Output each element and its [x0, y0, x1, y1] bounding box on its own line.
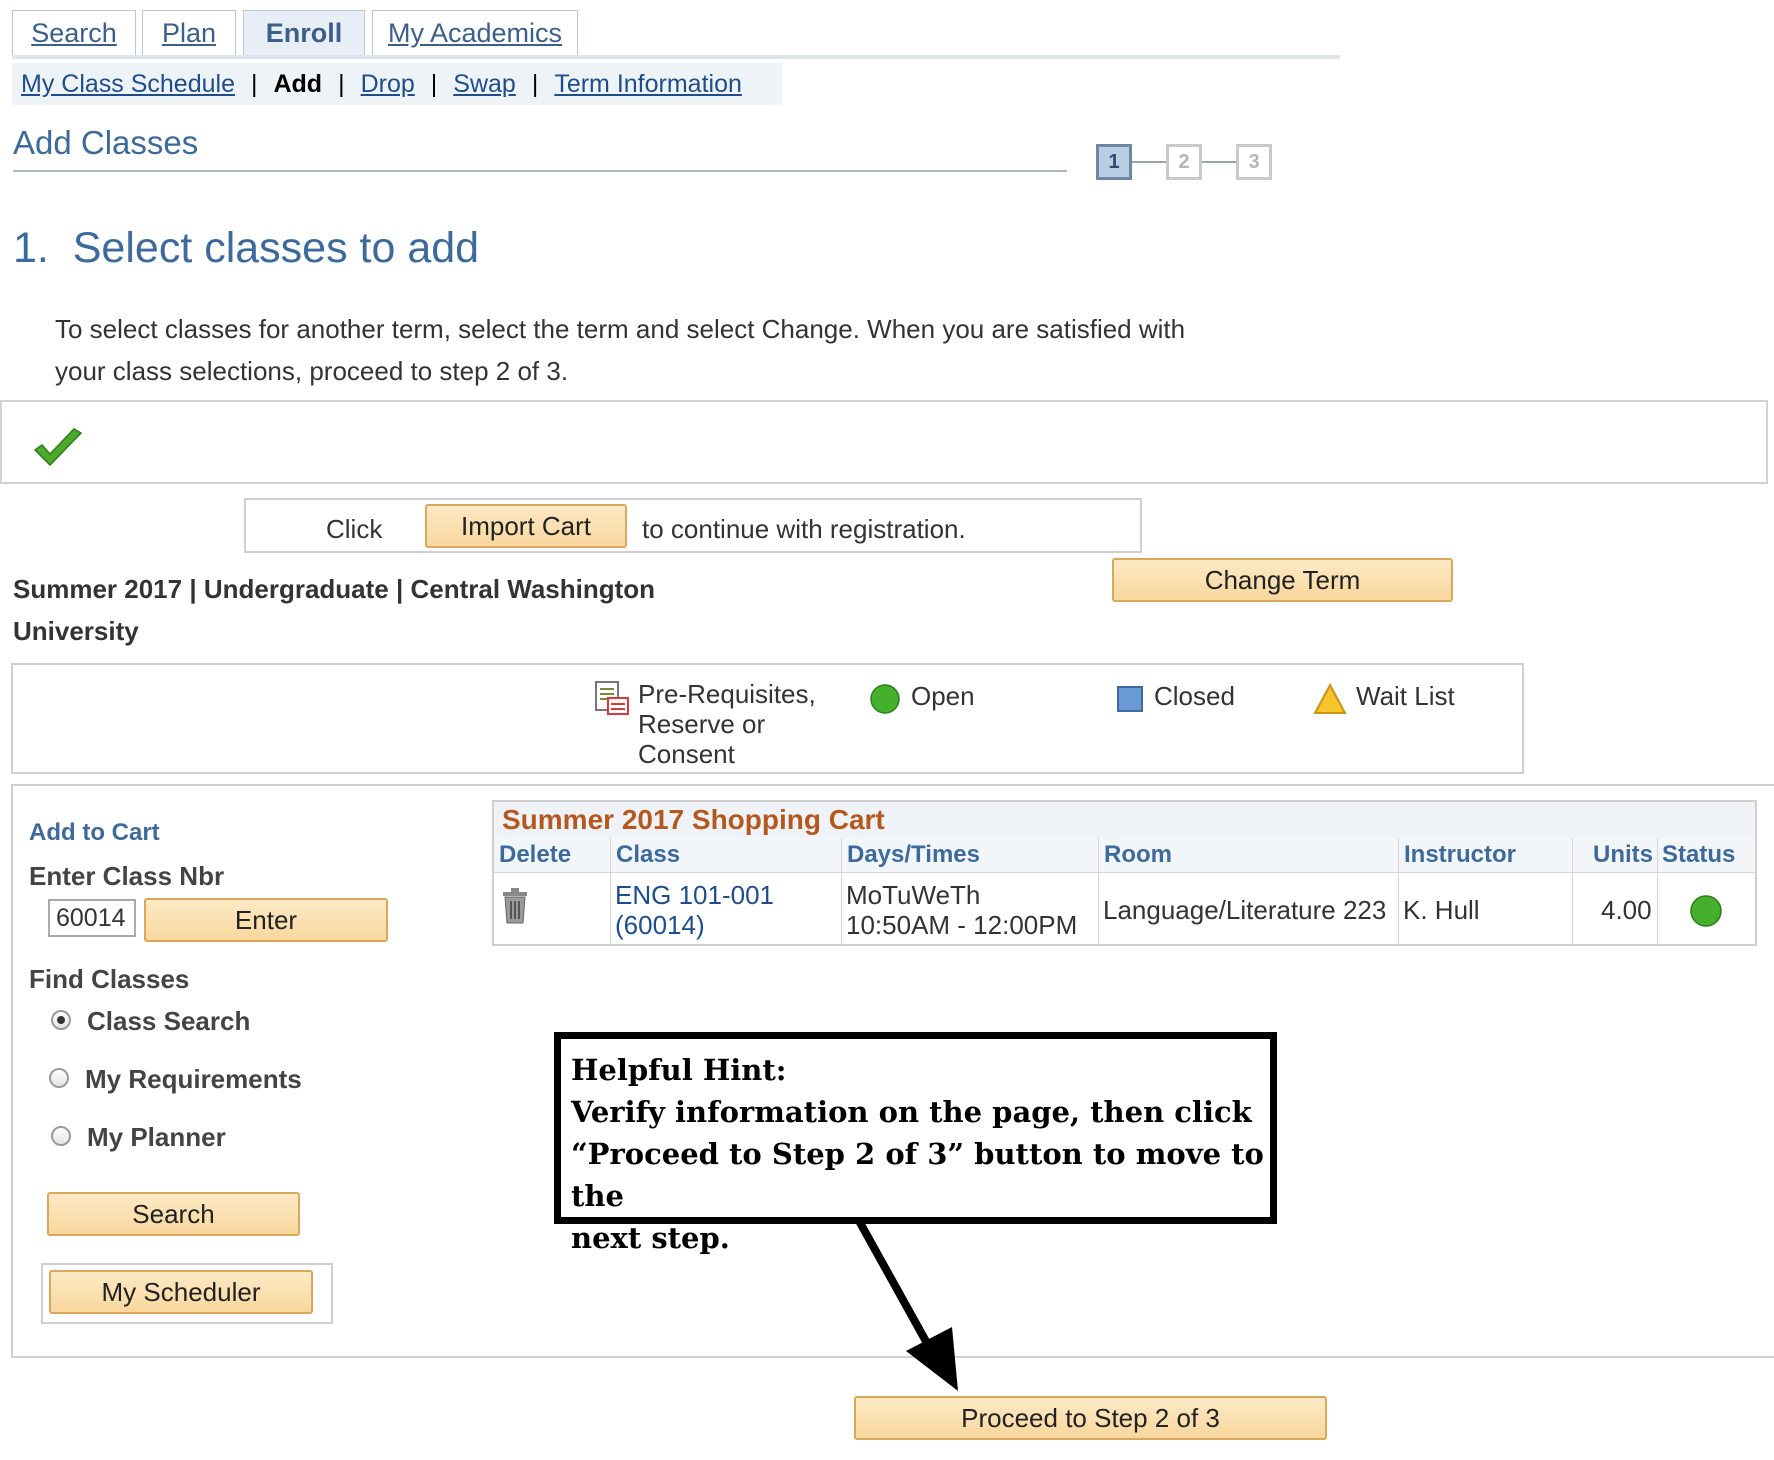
- my-requirements-label: My Requirements: [85, 1064, 302, 1094]
- step-2-icon: 2: [1166, 144, 1202, 180]
- radio-my-requirements[interactable]: [49, 1068, 69, 1088]
- step-connector: [1132, 161, 1166, 163]
- tab-underline: [12, 55, 1340, 59]
- checkmark-icon: [33, 428, 83, 467]
- cart-header-row: Delete Class Days/Times Room Instructor …: [494, 838, 1755, 873]
- hint-title: Helpful Hint:: [571, 1053, 787, 1087]
- tab-my-academics[interactable]: My Academics: [372, 10, 578, 56]
- step-1-icon: 1: [1096, 144, 1132, 180]
- closed-status-icon: [1117, 686, 1143, 712]
- col-divider: [841, 838, 842, 946]
- step-connector: [1202, 161, 1236, 163]
- open-status-icon: [1690, 895, 1722, 927]
- helpful-hint-callout: Helpful Hint: Verify information on the …: [554, 1032, 1277, 1255]
- legend-waitlist-label: Wait List: [1356, 681, 1455, 711]
- nav-separator: |: [430, 69, 438, 98]
- step-3-icon: 3: [1236, 144, 1272, 180]
- col-divider: [610, 838, 611, 946]
- message-box: [0, 400, 1768, 484]
- import-suffix-text: to continue with registration.: [642, 514, 966, 544]
- sub-navigation: My Class Schedule | Add | Drop | Swap | …: [12, 63, 782, 105]
- add-to-cart-title: Add to Cart: [29, 819, 160, 846]
- class-search-label: Class Search: [87, 1006, 251, 1036]
- cart-title: Summer 2017 Shopping Cart: [494, 802, 1755, 838]
- enter-class-nbr-label: Enter Class Nbr: [29, 861, 225, 891]
- waitlist-status-icon: [1313, 683, 1347, 714]
- tab-enroll[interactable]: Enroll: [243, 10, 365, 56]
- enter-button[interactable]: Enter: [144, 898, 388, 942]
- import-cart-button[interactable]: Import Cart: [425, 504, 627, 548]
- change-term-button[interactable]: Change Term: [1112, 558, 1453, 602]
- col-status: Status: [1662, 841, 1736, 868]
- col-divider: [1398, 838, 1399, 946]
- tab-search[interactable]: Search: [12, 10, 136, 56]
- arrow-annotation-icon: [854, 1217, 958, 1391]
- radio-my-planner[interactable]: [51, 1126, 71, 1146]
- instructor-cell: K. Hull: [1403, 895, 1480, 925]
- class-code-link[interactable]: ENG 101-001 (60014): [615, 880, 774, 940]
- class-nbr-input[interactable]: [48, 899, 136, 937]
- nav-drop[interactable]: Drop: [361, 70, 415, 99]
- days-times-cell: MoTuWeTh 10:50AM - 12:00PM: [846, 880, 1078, 940]
- col-room: Room: [1104, 841, 1172, 868]
- col-divider: [1572, 838, 1573, 946]
- term-info: Summer 2017 | Undergraduate | Central Wa…: [13, 574, 656, 646]
- shopping-cart-table: Summer 2017 Shopping Cart Delete Class D…: [492, 800, 1757, 946]
- radio-class-search[interactable]: [51, 1010, 71, 1030]
- open-status-icon: [870, 684, 900, 714]
- legend-prereq-label: Pre-Requisites, Reserve or Consent: [638, 679, 816, 769]
- col-units: Units: [1593, 841, 1653, 868]
- page-title: Add Classes: [13, 124, 199, 161]
- col-divider: [1098, 838, 1099, 946]
- col-instructor: Instructor: [1404, 841, 1517, 868]
- step-heading: 1. Select classes to add: [13, 224, 480, 272]
- nav-add: Add: [273, 69, 323, 98]
- legend-open-label: Open: [911, 681, 975, 711]
- units-cell: 4.00: [1601, 895, 1652, 925]
- col-delete: Delete: [499, 841, 572, 868]
- tab-plan[interactable]: Plan: [142, 10, 236, 56]
- nav-separator: |: [250, 69, 258, 98]
- prerequisites-icon: [595, 681, 629, 715]
- legend-panel: Pre-Requisites, Reserve or Consent Open …: [11, 663, 1524, 774]
- import-prefix-text: Click: [326, 514, 383, 544]
- find-classes-title: Find Classes: [29, 964, 190, 994]
- nav-term-information[interactable]: Term Information: [554, 70, 742, 99]
- my-planner-label: My Planner: [87, 1122, 226, 1152]
- trash-icon[interactable]: [502, 888, 528, 924]
- nav-my-class-schedule[interactable]: My Class Schedule: [21, 70, 235, 99]
- nav-separator: |: [338, 69, 345, 98]
- nav-separator: |: [531, 69, 539, 98]
- legend-closed-label: Closed: [1154, 681, 1235, 711]
- nav-swap[interactable]: Swap: [453, 70, 516, 99]
- hint-line: “Proceed to Step 2 of 3” button to move …: [571, 1137, 1264, 1213]
- col-class: Class: [616, 841, 681, 868]
- import-cart-panel: Click Import Cart to continue with regis…: [244, 498, 1142, 553]
- my-scheduler-button[interactable]: My Scheduler: [49, 1270, 313, 1314]
- instructions-text: To select classes for another term, sele…: [55, 314, 1186, 386]
- col-divider: [1657, 838, 1658, 946]
- col-days-times: Days/Times: [847, 841, 980, 868]
- scheduler-frame: My Scheduler: [41, 1263, 333, 1324]
- search-button[interactable]: Search: [47, 1192, 300, 1236]
- room-cell: Language/Literature 223: [1103, 895, 1387, 925]
- hint-line: Verify information on the page, then cli…: [571, 1095, 1252, 1129]
- proceed-step-2-button[interactable]: Proceed to Step 2 of 3: [854, 1396, 1327, 1440]
- title-divider: [13, 170, 1067, 172]
